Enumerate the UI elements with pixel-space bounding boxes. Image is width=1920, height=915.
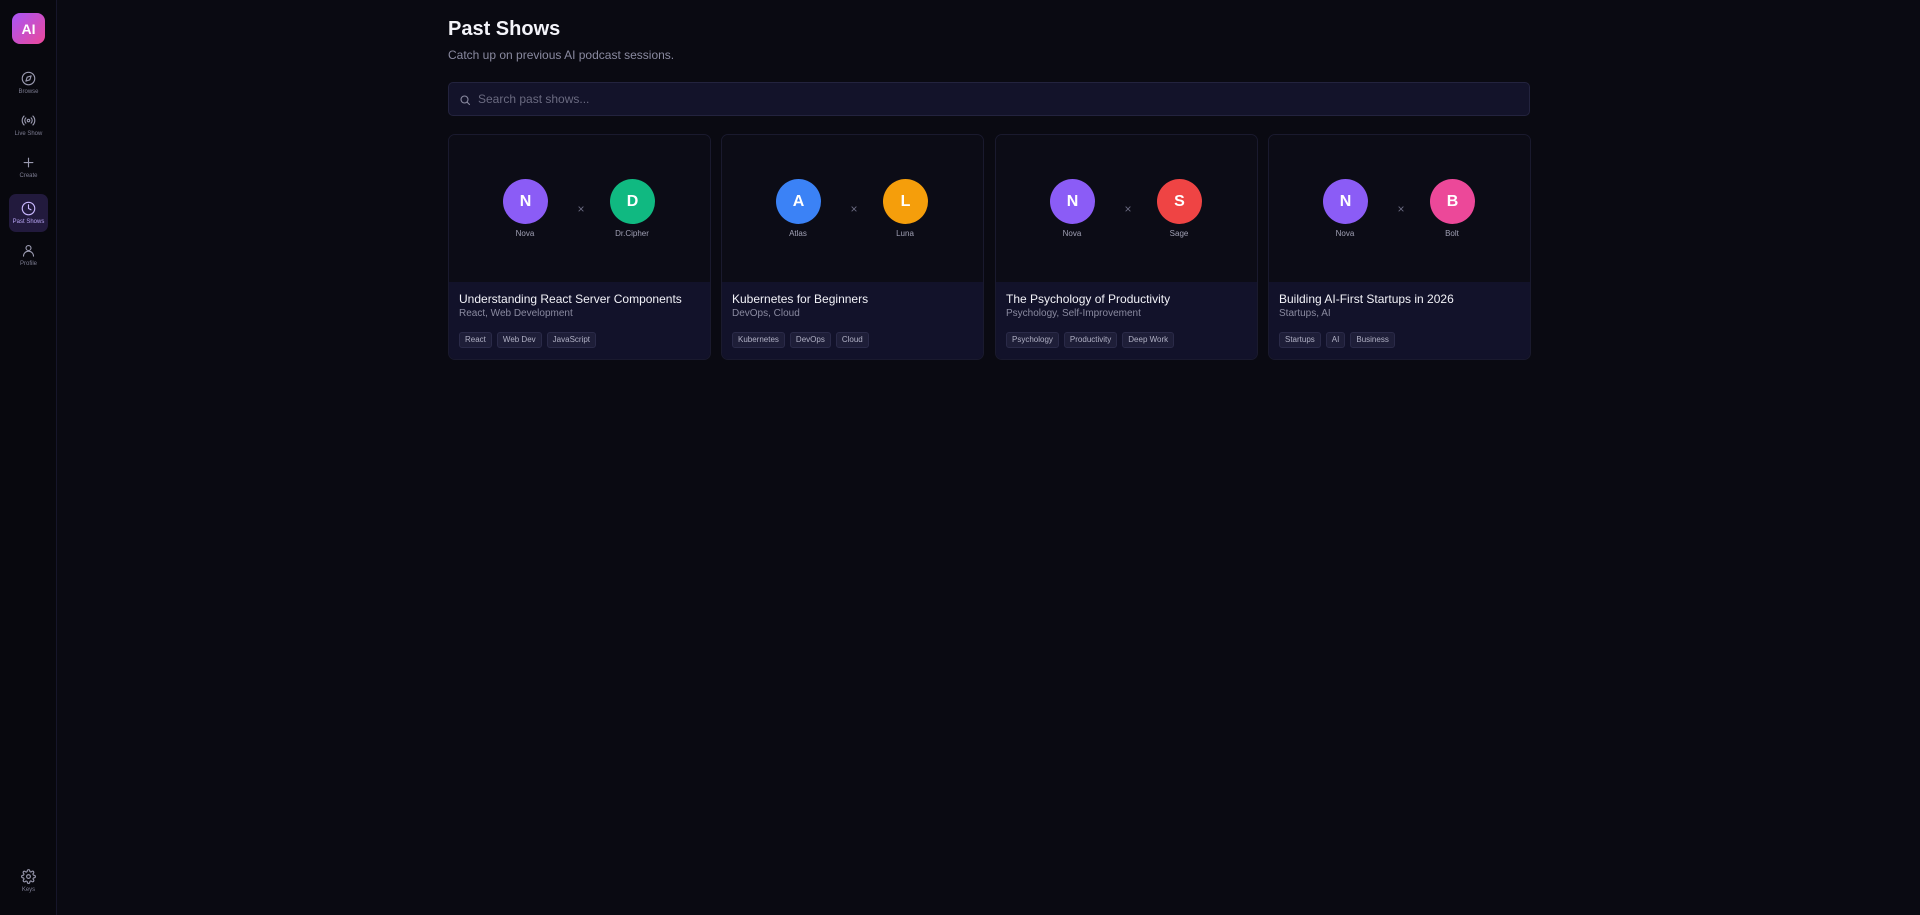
show-categories: Startups, AI bbox=[1279, 308, 1331, 319]
tag-list: Kubernetes DevOps Cloud bbox=[732, 332, 869, 348]
show-card[interactable]: N Nova × S Sage The Psychology of Produc… bbox=[995, 134, 1258, 360]
card-hosts: A Atlas × L Luna bbox=[722, 135, 983, 282]
close-icon: × bbox=[577, 202, 585, 216]
host-name: Sage bbox=[1169, 229, 1189, 238]
sidebar: AI Browse Live Show Create Past Shows Pr… bbox=[0, 0, 57, 915]
host-name: Bolt bbox=[1445, 229, 1459, 238]
nav-live-show[interactable]: Live Show bbox=[9, 106, 48, 144]
tag-list: React Web Dev JavaScript bbox=[459, 332, 597, 348]
nav-profile[interactable]: Profile bbox=[9, 236, 48, 274]
avatar: A bbox=[776, 179, 821, 224]
tag: DevOps bbox=[789, 332, 831, 348]
tag-list: Psychology Productivity Deep Work bbox=[1006, 332, 1175, 348]
page-title: Past Shows bbox=[448, 18, 561, 40]
card-hosts: N Nova × B Bolt bbox=[1269, 135, 1530, 282]
show-grid: N Nova × D Dr.Cipher Understanding React… bbox=[448, 134, 1531, 360]
gear-icon bbox=[21, 869, 36, 884]
avatar: N bbox=[1323, 179, 1368, 224]
tag: JavaScript bbox=[546, 332, 597, 348]
nav-label: Browse bbox=[18, 89, 39, 95]
show-categories: React, Web Development bbox=[459, 308, 573, 319]
nav-browse[interactable]: Browse bbox=[9, 64, 48, 102]
show-title: Building AI-First Startups in 2026 bbox=[1279, 292, 1454, 306]
search-bar bbox=[448, 82, 1530, 116]
nav-label: Past Shows bbox=[12, 219, 45, 225]
show-title: The Psychology of Productivity bbox=[1006, 292, 1171, 306]
host-name: Luna bbox=[896, 229, 914, 238]
tag: Psychology bbox=[1006, 332, 1059, 348]
show-categories: Psychology, Self-Improvement bbox=[1006, 308, 1141, 319]
show-title: Kubernetes for Beginners bbox=[732, 292, 869, 306]
host-name: Nova bbox=[515, 229, 535, 238]
search-input[interactable] bbox=[478, 83, 1518, 115]
card-info: Kubernetes for Beginners DevOps, Cloud K… bbox=[722, 282, 983, 359]
avatar: S bbox=[1157, 179, 1202, 224]
compass-icon bbox=[21, 71, 36, 86]
card-hosts: N Nova × S Sage bbox=[996, 135, 1257, 282]
tag: Kubernetes bbox=[732, 332, 785, 348]
host-name: Nova bbox=[1335, 229, 1355, 238]
card-info: The Psychology of Productivity Psycholog… bbox=[996, 282, 1257, 359]
avatar: D bbox=[610, 179, 655, 224]
app-logo[interactable]: AI bbox=[12, 13, 45, 44]
card-info: Understanding React Server Components Re… bbox=[449, 282, 710, 359]
tag-list: Startups AI Business bbox=[1279, 332, 1395, 348]
nav-past-shows[interactable]: Past Shows bbox=[9, 194, 48, 232]
avatar: N bbox=[1050, 179, 1095, 224]
tag: Startups bbox=[1279, 332, 1321, 348]
host-name: Nova bbox=[1062, 229, 1082, 238]
nav-create[interactable]: Create bbox=[9, 148, 48, 186]
close-icon: × bbox=[1397, 202, 1405, 216]
search-icon bbox=[460, 95, 471, 106]
tag: AI bbox=[1325, 332, 1346, 348]
nav-label: Keys bbox=[21, 887, 36, 893]
page-subtitle: Catch up on previous AI podcast sessions… bbox=[448, 48, 675, 62]
host-name: Dr.Cipher bbox=[615, 229, 649, 238]
nav-label: Live Show bbox=[14, 131, 43, 137]
user-icon bbox=[22, 244, 35, 257]
tag: Business bbox=[1350, 332, 1395, 348]
card-info: Building AI-First Startups in 2026 Start… bbox=[1269, 282, 1530, 359]
tag: Productivity bbox=[1063, 332, 1118, 348]
avatar: N bbox=[503, 179, 548, 224]
show-card[interactable]: N Nova × D Dr.Cipher Understanding React… bbox=[448, 134, 711, 360]
card-hosts: N Nova × D Dr.Cipher bbox=[449, 135, 710, 282]
nav-label: Create bbox=[19, 173, 38, 179]
nav-label: Profile bbox=[19, 261, 37, 267]
show-categories: DevOps, Cloud bbox=[732, 308, 800, 319]
show-title: Understanding React Server Components bbox=[459, 292, 682, 306]
avatar: L bbox=[883, 179, 928, 224]
nav-keys[interactable]: Keys bbox=[9, 862, 48, 900]
host-name: Atlas bbox=[789, 229, 807, 238]
close-icon: × bbox=[850, 202, 858, 216]
tag: Deep Work bbox=[1122, 332, 1175, 348]
avatar: B bbox=[1430, 179, 1475, 224]
show-card[interactable]: A Atlas × L Luna Kubernetes for Beginner… bbox=[721, 134, 984, 360]
tag: Web Dev bbox=[496, 332, 542, 348]
tag: Cloud bbox=[835, 332, 869, 348]
show-card[interactable]: N Nova × B Bolt Building AI-First Startu… bbox=[1268, 134, 1531, 360]
close-icon: × bbox=[1124, 202, 1132, 216]
clock-icon bbox=[21, 201, 36, 216]
tag: React bbox=[459, 332, 492, 348]
broadcast-icon bbox=[21, 115, 36, 126]
plus-icon bbox=[23, 157, 34, 168]
